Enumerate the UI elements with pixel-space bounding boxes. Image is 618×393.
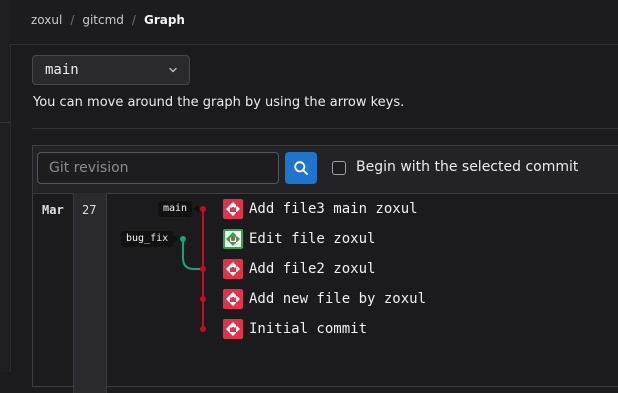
ref-label-main[interactable]: main [158, 201, 193, 217]
commit-message: Initial commit [249, 321, 368, 337]
avatar-icon [223, 199, 243, 219]
commit-row[interactable]: Add new file by zoxul [223, 288, 426, 310]
commit-dot[interactable] [180, 236, 186, 242]
branch-select-value: main [45, 62, 79, 78]
commit-row[interactable]: Add file3 main zoxul [223, 198, 418, 220]
breadcrumb-separator: / [131, 13, 136, 27]
commit-dot[interactable] [200, 296, 206, 302]
breadcrumb-user[interactable]: zoxul [31, 13, 62, 27]
commit-row[interactable]: Edit file zoxul [223, 228, 375, 250]
avatar-icon [223, 229, 243, 249]
branch-select[interactable]: main [32, 55, 190, 85]
divider [32, 128, 618, 129]
left-rail [0, 0, 11, 372]
breadcrumb-current: Graph [143, 13, 185, 27]
commit-row[interactable]: Initial commit [223, 318, 367, 340]
ref-label-bug-fix[interactable]: bug_fix [121, 231, 174, 247]
commit-row[interactable]: Add file2 zoxul [223, 258, 375, 280]
commit-message: Add new file by zoxul [249, 291, 427, 307]
commit-dot[interactable] [200, 326, 206, 332]
avatar-icon [223, 319, 243, 339]
breadcrumb-separator: / [70, 13, 75, 27]
commit-dot[interactable] [200, 266, 206, 272]
commit-message: Add file2 zoxul [249, 261, 376, 277]
avatar-icon [223, 289, 243, 309]
keyboard-hint: You can move around the graph by using t… [33, 95, 405, 110]
graph-panel: Begin with the selected commit Mar 27 ma… [32, 145, 618, 393]
commit-message: Add file3 main zoxul [249, 201, 418, 217]
breadcrumb: zoxul / gitcmd / Graph [31, 13, 185, 27]
breadcrumb-repo[interactable]: gitcmd [82, 13, 124, 27]
top-bar: zoxul / gitcmd / Graph [10, 0, 618, 45]
chevron-down-icon [169, 67, 177, 73]
main-ref-pointer [193, 205, 199, 213]
commit-dot[interactable] [200, 206, 206, 212]
commit-message: Edit file zoxul [249, 231, 376, 247]
bug-fix-ref-pointer [173, 235, 179, 243]
avatar-icon [223, 259, 243, 279]
bug-fix-branch-line [182, 239, 203, 270]
